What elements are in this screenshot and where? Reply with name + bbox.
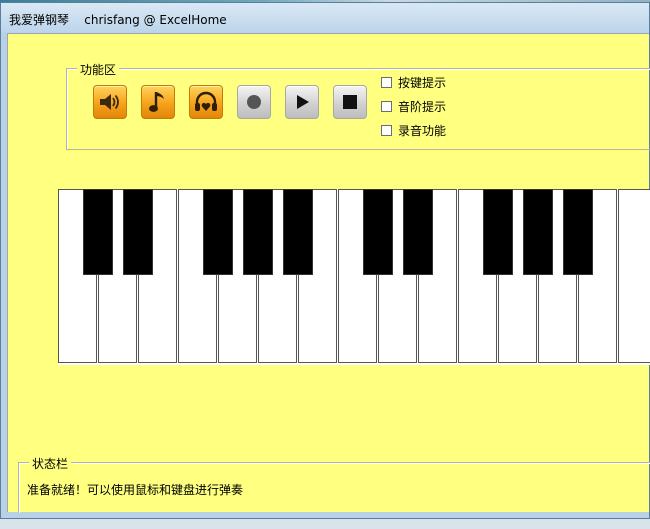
black-key[interactable] xyxy=(483,189,513,275)
checkbox-box[interactable] xyxy=(381,124,392,136)
black-key[interactable] xyxy=(243,189,273,275)
record-icon xyxy=(245,93,263,111)
desktop-taskbar-strip xyxy=(0,519,650,529)
client-area: 功能区 按键提示 音阶提示 录音功能 状态栏 准备就绪！可以使用鼠标和键盘进行弹… xyxy=(7,33,650,513)
music-note-button[interactable] xyxy=(141,85,175,119)
scale-hint-checkbox[interactable]: 音阶提示 xyxy=(381,97,446,115)
black-key[interactable] xyxy=(83,189,113,275)
black-key[interactable] xyxy=(363,189,393,275)
speaker-icon xyxy=(98,91,122,113)
black-key[interactable] xyxy=(523,189,553,275)
black-key[interactable] xyxy=(403,189,433,275)
record-button[interactable] xyxy=(237,85,271,119)
app-window: 我爱弹钢琴 chrisfang @ ExcelHome 功能区 按键提示 音阶提… xyxy=(0,2,650,519)
window-title: 我爱弹钢琴 chrisfang @ ExcelHome xyxy=(9,13,227,27)
status-bar-label: 状态栏 xyxy=(29,455,72,472)
stop-button[interactable] xyxy=(333,85,367,119)
headphones-button[interactable] xyxy=(189,85,223,119)
black-key[interactable] xyxy=(283,189,313,275)
music-note-icon xyxy=(147,89,169,115)
black-key[interactable] xyxy=(203,189,233,275)
stop-icon xyxy=(342,94,358,110)
play-icon xyxy=(293,93,311,111)
white-key[interactable] xyxy=(618,189,650,363)
black-key[interactable] xyxy=(563,189,593,275)
play-button[interactable] xyxy=(285,85,319,119)
headphones-heart-icon xyxy=(193,90,219,114)
black-key[interactable] xyxy=(123,189,153,275)
key-hint-checkbox[interactable]: 按键提示 xyxy=(381,73,446,91)
piano-keyboard xyxy=(58,189,650,365)
checkbox-label: 录音功能 xyxy=(398,123,447,138)
checkbox-box[interactable] xyxy=(381,76,392,88)
function-area-label: 功能区 xyxy=(77,61,120,78)
checkbox-label: 按键提示 xyxy=(398,75,447,90)
status-bar-group: 状态栏 准备就绪！可以使用鼠标和键盘进行弹奏 xyxy=(18,455,650,513)
function-area-group: 功能区 按键提示 音阶提示 录音功能 xyxy=(66,61,650,150)
title-bar[interactable]: 我爱弹钢琴 chrisfang @ ExcelHome xyxy=(1,3,649,33)
volume-button[interactable] xyxy=(93,85,127,119)
record-function-checkbox[interactable]: 录音功能 xyxy=(381,121,446,139)
checkbox-box[interactable] xyxy=(381,100,392,112)
status-message: 准备就绪！可以使用鼠标和键盘进行弹奏 xyxy=(27,483,244,497)
checkbox-label: 音阶提示 xyxy=(398,99,447,114)
